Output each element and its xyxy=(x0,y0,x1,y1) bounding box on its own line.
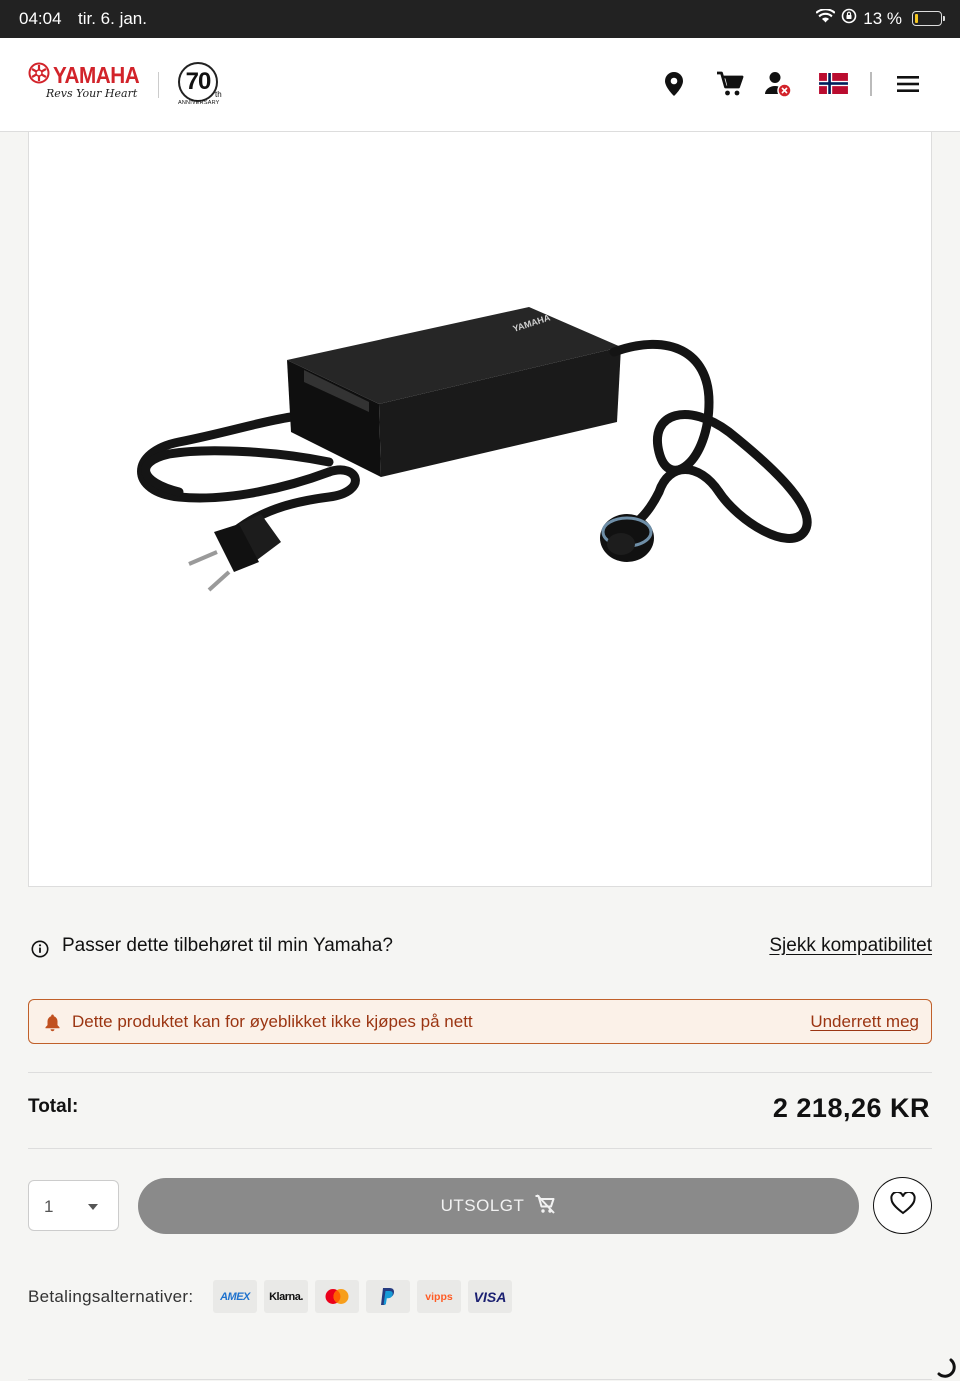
battery-percent: 13 % xyxy=(863,8,902,28)
status-time: 04:04 xyxy=(19,9,62,28)
paypal-icon xyxy=(366,1280,410,1313)
round-connector xyxy=(600,514,654,562)
anniversary-label: ANNIVERSARY xyxy=(178,100,220,106)
divider xyxy=(28,1379,932,1380)
total-price: 2 218,26 KR xyxy=(772,1093,930,1123)
unavailable-alert: Dette produktet kan for øyeblikket ikke … xyxy=(28,999,932,1044)
quantity-value: 1 xyxy=(44,1197,54,1216)
check-compatibility-link[interactable]: Sjekk kompatibilitet xyxy=(769,935,932,957)
mastercard-icon xyxy=(315,1280,359,1313)
loading-spinner-icon xyxy=(934,1356,956,1381)
cart-icon[interactable] xyxy=(714,68,746,100)
norway-flag-icon[interactable] xyxy=(819,73,848,94)
divider xyxy=(28,1148,932,1149)
notify-me-link[interactable]: Underrett meg xyxy=(810,1012,919,1032)
charger-body: YAMAHA xyxy=(287,307,621,477)
payment-methods: AMEX Klarna. vipps VISA xyxy=(213,1280,512,1313)
battery-icon xyxy=(912,11,945,26)
info-icon xyxy=(31,940,49,963)
chevron-down-icon xyxy=(88,1204,98,1210)
account-icon[interactable] xyxy=(762,68,794,100)
bell-icon xyxy=(44,1013,61,1037)
wifi-icon xyxy=(815,7,836,29)
divider xyxy=(28,1072,932,1073)
anniversary-suffix: th xyxy=(215,90,222,99)
compatibility-question: Passer dette tilbehøret til min Yamaha? xyxy=(62,935,393,956)
anniversary-number: 70 xyxy=(178,62,218,102)
status-date: tir. 6. jan. xyxy=(78,9,147,28)
menu-icon[interactable] xyxy=(892,68,924,100)
location-pin-icon[interactable] xyxy=(658,68,690,100)
visa-icon: VISA xyxy=(468,1280,512,1313)
status-bar: 04:04 tir. 6. jan. 13 % xyxy=(0,0,960,38)
header-divider xyxy=(870,72,872,96)
alert-message: Dette produktet kan for øyeblikket ikke … xyxy=(72,1012,473,1031)
sold-out-label: UTSOLGT xyxy=(440,1196,525,1215)
quantity-select[interactable]: 1 xyxy=(28,1180,119,1231)
cart-off-icon xyxy=(534,1193,556,1220)
battery-fill xyxy=(915,14,918,23)
product-image-frame[interactable]: YAMAHA xyxy=(28,132,932,887)
sold-out-button[interactable]: UTSOLGT xyxy=(138,1178,859,1234)
logo-divider xyxy=(158,72,159,98)
vipps-icon: vipps xyxy=(417,1280,461,1313)
brand-wordmark: YAMAHA xyxy=(53,62,140,88)
site-header: YAMAHA Revs Your Heart 70 th ANNIVERSARY xyxy=(0,38,960,132)
yamaha-logo[interactable]: YAMAHA Revs Your Heart xyxy=(28,62,149,100)
product-image: YAMAHA xyxy=(137,307,812,592)
orientation-lock-icon xyxy=(841,8,857,29)
euro-plug xyxy=(188,514,281,592)
wishlist-button[interactable] xyxy=(873,1177,932,1234)
tuning-fork-emblem-icon xyxy=(28,62,50,89)
klarna-icon: Klarna. xyxy=(264,1280,308,1313)
heart-icon xyxy=(889,1190,916,1220)
compatibility-row: Passer dette tilbehøret til min Yamaha? … xyxy=(28,935,932,961)
anniversary-badge: 70 th ANNIVERSARY xyxy=(178,62,222,106)
payment-options-label: Betalingsalternativer: xyxy=(28,1287,194,1306)
amex-icon: AMEX xyxy=(213,1280,257,1313)
status-right: 13 % xyxy=(815,7,945,29)
total-label: Total: xyxy=(28,1096,79,1117)
